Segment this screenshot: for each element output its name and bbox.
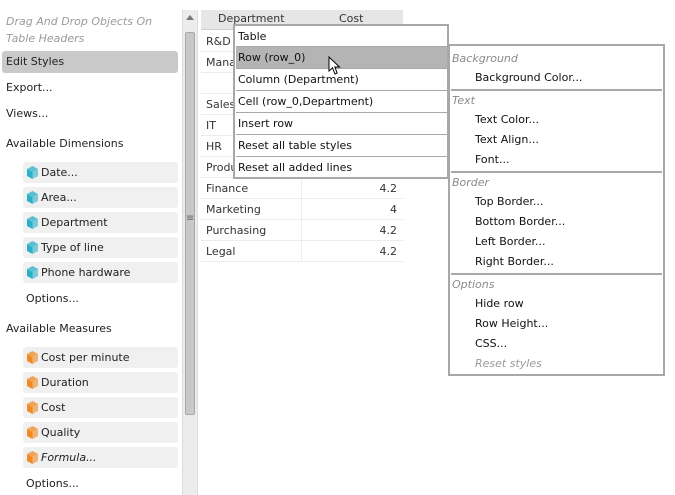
- dimension-chip[interactable]: Type of line: [23, 237, 178, 258]
- drag-drop-hint: Drag And Drop Objects On Table Headers: [6, 15, 153, 45]
- measure-label: Duration: [41, 376, 89, 389]
- row-height-item[interactable]: Row Height...: [475, 317, 548, 330]
- dimension-label: Phone hardware: [41, 266, 131, 279]
- department-cell[interactable]: Legal: [206, 245, 235, 258]
- dimension-label: Area...: [41, 191, 77, 204]
- menu-item-reset-added-lines[interactable]: Reset all added lines: [236, 157, 447, 178]
- table-row[interactable]: Legal 4.2: [201, 241, 403, 262]
- department-cell[interactable]: Sales: [206, 98, 235, 111]
- cell-divider: [301, 199, 302, 220]
- export-link[interactable]: Export...: [6, 81, 53, 95]
- dimension-chip[interactable]: Area...: [23, 187, 178, 208]
- dimension-cube-icon: [27, 191, 38, 204]
- edit-styles-button[interactable]: Edit Styles: [2, 51, 178, 73]
- measure-cube-icon: [27, 351, 38, 364]
- dimension-chip[interactable]: Department: [23, 212, 178, 233]
- menu-item-cell[interactable]: Cell (row_0,Department): [236, 91, 447, 112]
- table-row[interactable]: Purchasing 4.2: [201, 220, 403, 241]
- font-item[interactable]: Font...: [475, 153, 509, 166]
- available-dimensions-title: Available Dimensions: [6, 137, 124, 150]
- right-border-item[interactable]: Right Border...: [475, 255, 554, 268]
- table-row[interactable]: Finance 4.2: [201, 178, 403, 199]
- background-color-item[interactable]: Background Color...: [475, 71, 582, 84]
- left-border-item[interactable]: Left Border...: [475, 235, 546, 248]
- measures-options-link[interactable]: Options...: [26, 477, 79, 490]
- options-group-header: Options: [452, 278, 495, 291]
- dimension-chip[interactable]: Date...: [23, 162, 178, 183]
- row-style-submenu: Background Background Color... Text Text…: [448, 44, 665, 376]
- measure-cube-icon: [27, 426, 38, 439]
- dimension-chip[interactable]: Phone hardware: [23, 262, 178, 283]
- views-link[interactable]: Views...: [6, 107, 48, 121]
- text-group-header: Text: [452, 94, 475, 107]
- scroll-up-arrow-icon[interactable]: [186, 15, 194, 20]
- department-cell[interactable]: IT: [206, 119, 216, 132]
- dimension-cube-icon: [27, 166, 38, 179]
- cell-divider: [301, 178, 302, 199]
- table-row[interactable]: Marketing 4: [201, 199, 403, 220]
- menu-item-reset-table-styles[interactable]: Reset all table styles: [236, 135, 447, 156]
- border-group-header: Border: [452, 176, 490, 189]
- bottom-border-item[interactable]: Bottom Border...: [475, 215, 565, 228]
- measure-chip[interactable]: Cost: [23, 397, 178, 418]
- measure-chip[interactable]: Duration: [23, 372, 178, 393]
- measure-label: Quality: [41, 426, 81, 439]
- available-measures-title: Available Measures: [6, 322, 112, 335]
- measure-chip[interactable]: Cost per minute: [23, 347, 178, 368]
- measure-label: Cost: [41, 401, 66, 414]
- dimension-label: Date...: [41, 166, 78, 179]
- dimension-cube-icon: [27, 241, 38, 254]
- mouse-pointer-icon: [328, 55, 342, 79]
- top-border-item[interactable]: Top Border...: [475, 195, 543, 208]
- cost-cell[interactable]: 4.2: [380, 224, 398, 237]
- measure-label: Cost per minute: [41, 351, 130, 364]
- hide-row-item[interactable]: Hide row: [475, 297, 524, 310]
- submenu-divider: [451, 171, 662, 173]
- department-cell[interactable]: Mana: [206, 56, 236, 69]
- splitter-grip-icon[interactable]: ≡: [186, 214, 194, 224]
- measure-cube-icon: [27, 401, 38, 414]
- dimensions-options-link[interactable]: Options...: [26, 292, 79, 305]
- cell-divider: [301, 220, 302, 241]
- dimension-label: Department: [41, 216, 108, 229]
- splitter-divider: [197, 10, 198, 495]
- measure-chip[interactable]: Formula...: [23, 447, 178, 468]
- department-cell[interactable]: R&D: [206, 35, 231, 48]
- cost-cell[interactable]: 4.2: [380, 182, 398, 195]
- department-cell[interactable]: Marketing: [206, 203, 261, 216]
- left-panel: Drag And Drop Objects On Table Headers E…: [0, 0, 182, 495]
- dimension-cube-icon: [27, 216, 38, 229]
- text-align-item[interactable]: Text Align...: [475, 133, 539, 146]
- dimension-label: Type of line: [41, 241, 104, 254]
- context-menu: Table Row (row_0) Column (Department) Ce…: [233, 24, 449, 179]
- measure-chip[interactable]: Quality: [23, 422, 178, 443]
- panel-splitter-scrollbar[interactable]: [182, 10, 197, 495]
- cost-cell[interactable]: 4: [390, 203, 397, 216]
- measure-cube-icon: [27, 376, 38, 389]
- menu-item-insert-row[interactable]: Insert row: [236, 113, 447, 134]
- department-cell[interactable]: Finance: [206, 182, 248, 195]
- department-cell[interactable]: HR: [206, 140, 222, 153]
- department-cell[interactable]: Purchasing: [206, 224, 266, 237]
- submenu-divider: [451, 273, 662, 275]
- measure-cube-icon: [27, 451, 38, 464]
- cell-divider: [301, 241, 302, 262]
- dimension-cube-icon: [27, 266, 38, 279]
- menu-item-table[interactable]: Table: [236, 26, 447, 47]
- css-item[interactable]: CSS...: [475, 337, 507, 350]
- measure-label: Formula...: [41, 451, 97, 464]
- background-group-header: Background: [452, 52, 518, 65]
- reset-styles-item[interactable]: Reset styles: [475, 357, 542, 370]
- text-color-item[interactable]: Text Color...: [475, 113, 539, 126]
- cost-cell[interactable]: 4.2: [380, 245, 398, 258]
- submenu-divider: [451, 89, 662, 91]
